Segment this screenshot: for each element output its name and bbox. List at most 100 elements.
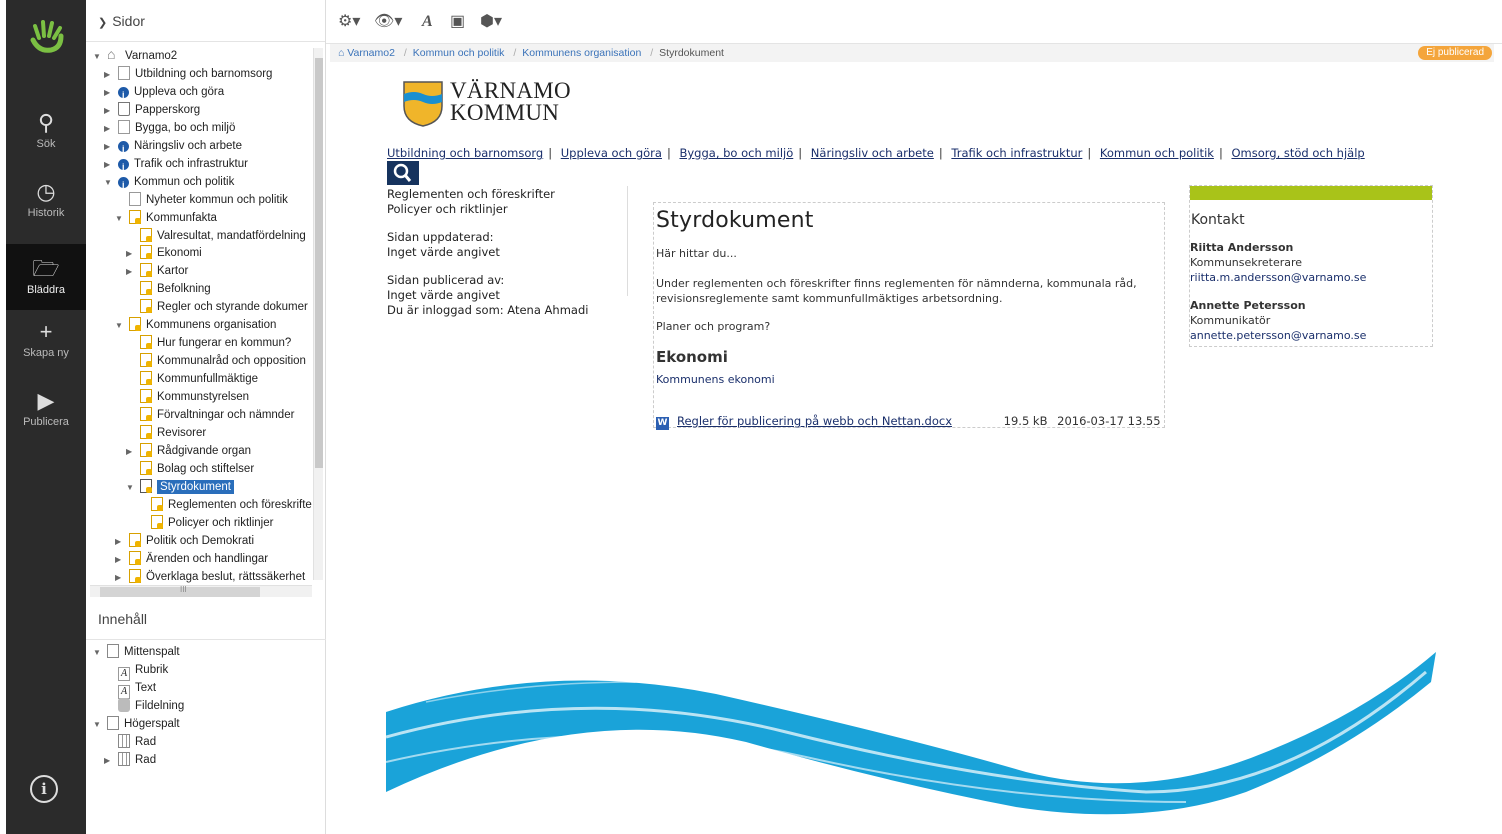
rail-history-button[interactable]: ◷ Historik <box>6 167 86 229</box>
tree-node[interactable]: ▶ Överklaga beslut, rättssäkerhet <box>86 568 305 585</box>
subnav-link[interactable]: Reglementen och föreskrifter <box>387 187 627 202</box>
content-node[interactable]: A Rubrik <box>86 661 168 681</box>
expand-down-icon[interactable]: ▼ <box>115 210 125 228</box>
tree-node[interactable]: ▶ Papperskorg <box>86 101 200 119</box>
expand-down-icon[interactable]: ▼ <box>93 716 103 734</box>
tree-node[interactable]: ▶ Näringsliv och arbete <box>86 137 242 158</box>
tree-node[interactable]: ▶ Utbildning och barnomsorg <box>86 65 272 83</box>
content-node[interactable]: ▶ Rad <box>86 751 156 769</box>
tree-node[interactable]: Hur fungerar en kommun? <box>86 334 291 352</box>
tree-node[interactable]: ▼ Kommunfakta <box>86 209 217 227</box>
tree-horizontal-scrollbar[interactable]: III <box>90 585 312 597</box>
tree-node[interactable]: Kommunfullmäktige <box>86 370 258 388</box>
main-column[interactable]: Styrdokument Här hittar du... Under regl… <box>653 202 1165 430</box>
tree-node[interactable]: Kommunstyrelsen <box>86 388 249 406</box>
nav-link[interactable]: Trafik och infrastruktur <box>951 146 1082 160</box>
contact-email[interactable]: annette.petersson@varnamo.se <box>1190 329 1366 342</box>
settings-gear-icon[interactable]: ⚙▾ <box>338 10 360 34</box>
expand-down-icon[interactable]: ▼ <box>126 479 136 497</box>
expand-right-icon[interactable]: ▶ <box>104 752 114 770</box>
expand-down-icon[interactable]: ▼ <box>93 48 103 66</box>
subnav-link[interactable]: Policyer och riktlinjer <box>387 202 627 217</box>
tree-node[interactable]: Regler och styrande dokumer <box>86 298 308 316</box>
tree-node[interactable]: ▼ Varnamo2 <box>86 45 177 66</box>
tree-node[interactable]: ▶ Kartor <box>86 262 188 280</box>
rail-publish-button[interactable]: ▶ Publicera <box>6 376 86 438</box>
scroll-thumb[interactable] <box>315 58 323 468</box>
tree-node-label: Hur fungerar en kommun? <box>157 337 292 350</box>
contact-email[interactable]: riitta.m.andersson@varnamo.se <box>1190 271 1366 284</box>
expand-right-icon[interactable]: ▶ <box>126 443 136 461</box>
expand-right-icon[interactable]: ▶ <box>115 569 125 585</box>
tree-node[interactable]: ▶ Rådgivande organ <box>86 442 251 460</box>
content-node[interactable]: ▼ Mittenspalt <box>86 643 180 661</box>
tree-node[interactable]: ▶ Trafik och infrastruktur <box>86 155 248 176</box>
content-node[interactable]: Rad <box>86 733 156 751</box>
hand-logo-icon[interactable] <box>25 18 69 62</box>
nav-link[interactable]: Näringsliv och arbete <box>811 146 934 160</box>
site-search-button[interactable] <box>387 161 419 185</box>
nav-link[interactable]: Kommun och politik <box>1100 146 1214 160</box>
expand-right-icon[interactable]: ▶ <box>104 156 114 174</box>
rail-search-button[interactable]: ⚲ Sök <box>6 98 86 160</box>
expand-down-icon[interactable]: ▼ <box>104 174 114 192</box>
tree-node[interactable]: ▼ Kommunens organisation <box>86 316 276 334</box>
expand-right-icon[interactable]: ▶ <box>115 551 125 569</box>
lock-page-icon <box>129 568 141 583</box>
expand-right-icon[interactable]: ▶ <box>104 84 114 102</box>
breadcrumb-item[interactable]: Varnamo2 <box>347 47 395 59</box>
expand-right-icon[interactable]: ▶ <box>115 533 125 551</box>
tree-node[interactable]: ▶ Ekonomi <box>86 244 202 262</box>
expand-right-icon[interactable]: ▶ <box>104 102 114 120</box>
tree-node[interactable]: Revisorer <box>86 424 206 442</box>
nav-link[interactable]: Omsorg, stöd och hjälp <box>1231 146 1364 160</box>
rail-create-button[interactable]: + Skapa ny <box>6 307 86 369</box>
content-node[interactable]: A Text <box>86 679 156 699</box>
expand-down-icon[interactable]: ▼ <box>93 644 103 662</box>
tree-node[interactable]: Förvaltningar och nämnder <box>86 406 294 424</box>
nav-link[interactable]: Uppleva och göra <box>561 146 662 160</box>
tree-node-label: Styrdokument <box>157 479 234 494</box>
tree-node[interactable]: Policyer och riktlinjer <box>86 514 273 532</box>
economy-link[interactable]: Kommunens ekonomi <box>656 373 775 386</box>
tree-node[interactable]: ▶ Uppleva och göra <box>86 83 224 104</box>
content-node[interactable]: ▼ Högerspalt <box>86 715 180 733</box>
expand-right-icon[interactable]: ▶ <box>104 138 114 156</box>
file-link[interactable]: Regler för publicering på webb och Netta… <box>677 414 952 428</box>
info-icon[interactable]: i <box>30 775 58 803</box>
tree-node[interactable]: Befolkning <box>86 280 211 298</box>
tree-node[interactable]: Reglementen och föreskrifte <box>86 496 312 514</box>
tree-node[interactable]: Kommunalråd och opposition <box>86 352 306 370</box>
contact-column[interactable]: Kontakt Riitta Andersson Kommunsekretera… <box>1189 185 1433 347</box>
tree-node[interactable]: ▶ Politik och Demokrati <box>86 532 254 550</box>
breadcrumb-item[interactable]: Kommun och politik <box>413 47 505 59</box>
file-size: 19.5 kB <box>1003 414 1048 428</box>
preview-eye-icon[interactable]: 👁▾ <box>374 10 402 34</box>
image-icon[interactable]: ▣ <box>450 10 465 34</box>
tree-node[interactable]: ▼ Kommun och politik <box>86 173 234 194</box>
expand-right-icon[interactable]: ▶ <box>126 245 136 263</box>
tree-vertical-scrollbar[interactable] <box>313 48 323 580</box>
rail-browse-button[interactable]: 🗁 Bläddra <box>6 244 86 310</box>
nav-link[interactable]: Utbildning och barnomsorg <box>387 146 543 160</box>
page-preview: VÄRNAMO KOMMUN Utbildning och barnomsorg… <box>326 62 1502 834</box>
scroll-thumb[interactable]: III <box>100 585 260 597</box>
tree-node[interactable]: ▼ Styrdokument <box>86 478 234 496</box>
expand-down-icon[interactable]: ▼ <box>115 317 125 335</box>
content-node[interactable]: Fildelning <box>86 697 184 715</box>
tree-node[interactable]: ▶ Bygga, bo och miljö <box>86 119 235 137</box>
tree-node[interactable]: Valresultat, mandatfördelning <box>86 227 306 245</box>
expand-right-icon[interactable]: ▶ <box>126 263 136 281</box>
pages-header[interactable]: ❯ Sidor <box>86 0 325 42</box>
tree-node[interactable]: Bolag och stiftelser <box>86 460 254 478</box>
lock-page-icon <box>140 442 152 457</box>
tree-node[interactable]: Nyheter kommun och politik <box>86 191 288 209</box>
tree-node[interactable]: ▶ Ärenden och handlingar <box>86 550 268 568</box>
nav-link[interactable]: Bygga, bo och miljö <box>679 146 793 160</box>
expand-right-icon[interactable]: ▶ <box>104 120 114 138</box>
breadcrumb-item[interactable]: Kommunens organisation <box>522 47 641 59</box>
expand-right-icon[interactable]: ▶ <box>104 66 114 84</box>
text-format-icon[interactable]: A <box>422 10 433 34</box>
block-cube-icon[interactable]: ⬢▾ <box>480 10 502 34</box>
content-panel-header[interactable]: Innehåll <box>86 600 326 640</box>
